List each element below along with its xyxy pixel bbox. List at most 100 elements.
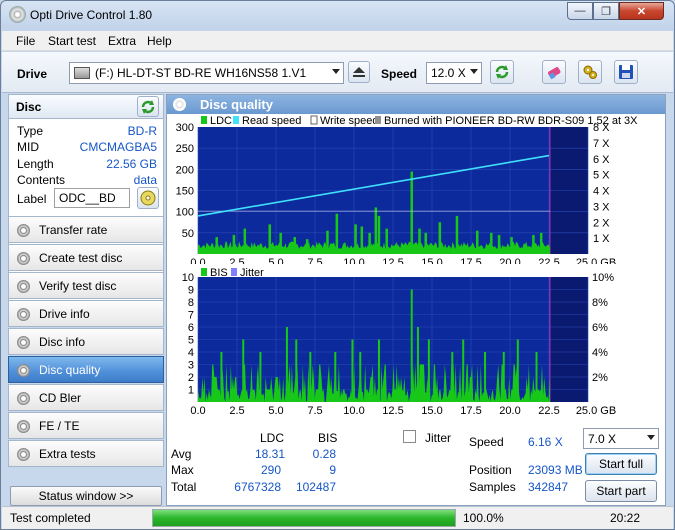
disc-length-value: 22.56 GB [106,157,157,171]
x-tick-label: 17.5 [460,405,481,417]
speed-select[interactable]: 12.0 X [426,62,482,84]
disc-icon [17,308,30,321]
status-window-button[interactable]: Status window >> [10,486,162,506]
nav-cd-bler[interactable]: CD Bler [8,384,164,411]
legend-swatch [375,116,381,124]
y-tick-label: 7 [188,310,194,322]
nav-drive-info[interactable]: Drive info [8,300,164,327]
disc-icon [17,280,30,293]
refresh-speed-button[interactable] [490,60,514,84]
x-tick-label: 25.0 GB [576,405,616,417]
legend-label: Write speed [320,115,379,127]
nav-verify-test-disc[interactable]: Verify test disc [8,272,164,299]
window-title: Opti Drive Control 1.80 [30,8,153,22]
y2-tick-label: 5 X [593,170,610,182]
x-tick-label: 5.0 [268,257,283,264]
disc-contents-label: Contents [17,173,66,187]
stats-total-label: Total [171,480,197,494]
toolbar: Drive (F:) HL-DT-ST BD-RE WH16NS58 1.V1 … [2,52,673,93]
legend-swatch [233,116,239,124]
disc-label-field[interactable]: ODC__BD [54,188,130,208]
drive-select[interactable]: (F:) HL-DT-ST BD-RE WH16NS58 1.V1 [69,62,344,84]
x-tick-label: 20.0 [499,257,520,264]
eject-button[interactable] [348,61,370,83]
save-button[interactable] [614,60,638,84]
menu-file[interactable]: File [16,34,35,48]
y2-tick-label: 1 X [593,233,610,245]
disc-icon [17,364,30,377]
maximize-button[interactable]: ❐ [593,2,619,20]
y-tick-label: 300 [176,122,194,134]
nav-transfer-rate[interactable]: Transfer rate [8,216,164,243]
ldc-chart: LDC Read speed Write speed Burned with PION… [176,115,639,264]
stats-avg-bis: 0.28 [312,447,336,461]
legend-swatch [201,116,207,124]
test-speed-value: 7.0 X [588,431,617,446]
bis-chart: BIS Jitter123456789102%4%6%8%10%0.0 2.5 5.0… [182,267,616,417]
stats-avg-label: Avg [171,447,192,461]
x-tick-label: 22.5 [538,405,559,417]
y-tick-label: 200 [176,164,194,176]
x-tick-label: 25.0 GB [576,257,616,264]
y-tick-label: 6 [188,322,194,334]
nav-create-test-disc[interactable]: Create test disc [8,244,164,271]
stats-col-bis: BIS [318,431,338,445]
speed-stat-label: Speed [469,435,504,449]
y2-tick-label: 6% [592,322,608,334]
y2-tick-label: 8 X [593,122,610,134]
start-part-button[interactable]: Start part [585,480,657,502]
y2-tick-label: 8% [592,297,608,309]
panel-header: Disc quality [167,95,665,114]
nav-disc-quality[interactable]: Disc quality [8,356,164,383]
disc-quality-panel: Disc quality LDC Read speed Write speed Bur… [166,94,666,506]
samples-label: Samples [469,480,516,494]
title-bar: Opti Drive Control 1.80 — ❐ ✕ [1,1,674,29]
status-time: 20:22 [610,511,641,525]
disc-label-label: Label [17,192,47,206]
gears-icon [583,65,597,79]
menu-start-test[interactable]: Start test [48,34,96,48]
y2-tick-label: 6 X [593,154,610,166]
x-tick-label: 15.0 [421,405,442,417]
stats-max-bis: 9 [329,463,336,477]
start-full-button[interactable]: Start full [585,453,657,475]
close-button[interactable]: ✕ [619,2,664,20]
jitter-checkbox[interactable] [403,430,416,443]
disc-refresh-button[interactable] [137,96,159,117]
menu-extra[interactable]: Extra [108,34,136,48]
nav-label: Disc quality [39,363,101,377]
y-tick-label: 8 [188,297,194,309]
x-tick-label: 7.5 [307,405,322,417]
disc-type-label: Type [17,124,44,138]
x-tick-label: 0.0 [190,405,205,417]
menu-help[interactable]: Help [147,34,172,48]
disc-mid-label: MID [17,140,39,154]
y-tick-label: 10 [182,272,194,284]
speed-label: Speed [381,67,418,81]
application-window: Opti Drive Control 1.80 — ❐ ✕ File Start… [0,0,675,530]
stats-total-ldc: 6767328 [234,480,281,494]
y-tick-label: 5 [188,335,194,347]
test-speed-select[interactable]: 7.0 X [583,428,659,449]
nav-extra-tests[interactable]: Extra tests [8,440,164,467]
eject-icon [353,67,365,77]
nav-label: Drive info [39,307,90,321]
disc-icon [17,252,30,265]
settings-button[interactable] [578,60,602,84]
legend-label: LDC [210,115,232,127]
drive-label: Drive [17,67,48,81]
nav-fe-te[interactable]: FE / TE [8,412,164,439]
disc-length-label: Length [17,157,54,171]
x-tick-label: 15.0 [421,257,442,264]
stats-col-ldc: LDC [260,431,285,445]
status-bar: Test completed 100.0% 20:22 [2,506,673,529]
nav-label: Create test disc [39,251,123,265]
erase-button[interactable] [542,60,566,84]
minimize-button[interactable]: — [567,2,593,20]
nav-disc-info[interactable]: Disc info [8,328,164,355]
nav-label: FE / TE [39,419,80,433]
x-tick-label: 2.5 [229,405,244,417]
y2-tick-label: 4% [592,347,608,359]
y-tick-label: 50 [182,228,194,240]
disc-label-button[interactable] [137,187,159,209]
